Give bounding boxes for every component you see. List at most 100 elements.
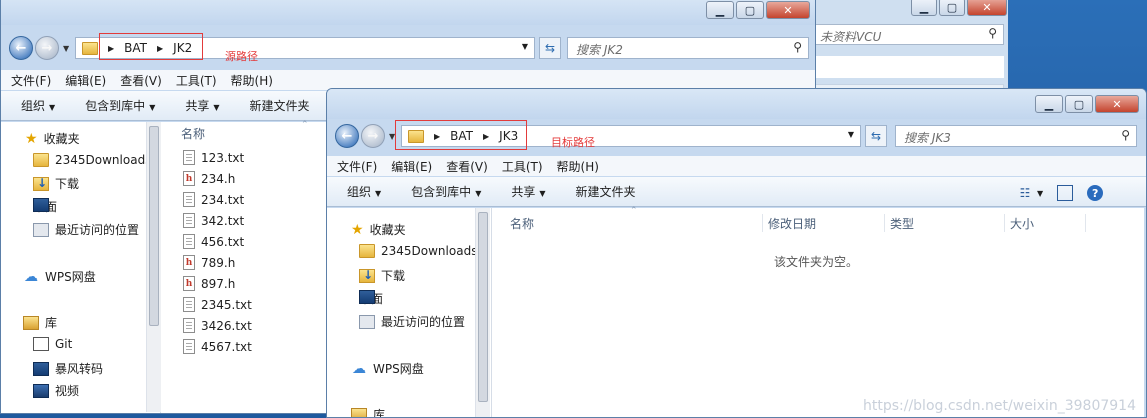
file-list-item[interactable]: 234.txt	[183, 192, 244, 207]
search-input[interactable]: 搜索 JK2 ⚲	[567, 37, 809, 59]
back-button[interactable]: ←	[335, 124, 359, 148]
nav-scrollbar[interactable]	[475, 208, 490, 418]
forward-button[interactable]: →	[361, 124, 385, 148]
recent-pages-dropdown-icon[interactable]: ▼	[63, 44, 69, 53]
file-list-item[interactable]: h897.h	[183, 276, 235, 291]
column-separator[interactable]	[1085, 214, 1086, 232]
file-list-item[interactable]: 342.txt	[183, 213, 244, 228]
menu-view[interactable]: 查看(V)	[120, 72, 162, 89]
nav-baofeng-transcode[interactable]: 暴风转码	[33, 360, 103, 377]
preview-pane-icon[interactable]	[1057, 185, 1073, 201]
maximize-button[interactable]: ▢	[736, 1, 764, 19]
nav-videos[interactable]: 视频	[33, 382, 79, 399]
column-header-type[interactable]: 类型	[890, 212, 914, 234]
chevron-down-icon: ▼	[375, 189, 381, 198]
column-header-name[interactable]: 名称	[181, 122, 205, 144]
menu-edit[interactable]: 编辑(E)	[65, 72, 106, 89]
nav-2345downloads[interactable]: 2345Downloads	[359, 244, 477, 258]
file-list-item[interactable]: 2345.txt	[183, 297, 252, 312]
maximize-button[interactable]: ▢	[939, 0, 965, 16]
nav-downloads[interactable]: 下载	[33, 175, 79, 192]
address-dropdown-icon[interactable]: ▼	[522, 42, 528, 51]
file-list-item[interactable]: 4567.txt	[183, 339, 252, 354]
organize-button[interactable]: 组织▼	[347, 183, 381, 200]
nav-2345downloads[interactable]: 2345Downloads	[33, 153, 151, 167]
title-bar[interactable]: ▁ ▢ ✕	[1, 0, 815, 25]
help-icon[interactable]: ?	[1087, 185, 1103, 201]
refresh-button[interactable]: ⇆	[865, 125, 887, 147]
column-header-size[interactable]: 大小	[1010, 212, 1034, 234]
column-header-date-modified[interactable]: 修改日期	[768, 212, 816, 234]
scrollbar-thumb[interactable]	[478, 212, 488, 402]
column-header-name[interactable]: 名称	[510, 212, 534, 234]
column-separator[interactable]	[1004, 214, 1005, 232]
include-in-library-button[interactable]: 包含到库中▼	[85, 97, 155, 114]
new-folder-button[interactable]: 新建文件夹	[576, 183, 636, 200]
close-button[interactable]: ✕	[766, 1, 810, 19]
search-icon[interactable]: ⚲	[1121, 128, 1130, 142]
nav-libraries[interactable]: 库	[351, 406, 385, 418]
nav-favorites[interactable]: ★收藏夹	[25, 130, 80, 147]
menu-edit[interactable]: 编辑(E)	[391, 158, 432, 175]
share-button[interactable]: 共享▼	[185, 97, 219, 114]
minimize-button[interactable]: ▁	[706, 1, 734, 19]
file-list-item[interactable]: 123.txt	[183, 150, 244, 165]
refresh-button[interactable]: ⇆	[539, 37, 561, 59]
new-folder-button[interactable]: 新建文件夹	[250, 97, 310, 114]
explorer-window-jk3[interactable]: ▁ ▢ ✕ ← → ▼ ▶ BAT ▶ JK3 ▼ ⇆ 搜索 JK3 ⚲ 目标路…	[326, 88, 1147, 418]
change-view-icon[interactable]: ☷	[1017, 185, 1033, 201]
maximize-button[interactable]: ▢	[1065, 95, 1093, 113]
nav-label: WPS网盘	[45, 268, 96, 285]
address-dropdown-icon[interactable]: ▼	[848, 130, 854, 139]
menu-file[interactable]: 文件(F)	[11, 72, 51, 89]
include-in-library-button[interactable]: 包含到库中▼	[411, 183, 481, 200]
background-search-input[interactable]: 未资料VCU ⚲	[809, 24, 1004, 45]
nav-label: 2345Downloads	[55, 153, 151, 167]
background-window-controls[interactable]: ▁ ▢ ✕	[911, 0, 1007, 17]
nav-wps-cloud[interactable]: ☁WPS网盘	[351, 360, 424, 377]
organize-button[interactable]: 组织▼	[21, 97, 55, 114]
minimize-button[interactable]: ▁	[911, 0, 937, 16]
menu-help[interactable]: 帮助(H)	[557, 158, 599, 175]
file-list-item[interactable]: 3426.txt	[183, 318, 252, 333]
back-button[interactable]: ←	[9, 36, 33, 60]
column-header-label: 类型	[890, 215, 914, 232]
search-input[interactable]: 搜索 JK3 ⚲	[895, 125, 1137, 147]
download-folder-icon	[33, 177, 49, 191]
title-bar[interactable]: ▁ ▢ ✕	[327, 89, 1146, 119]
share-button[interactable]: 共享▼	[511, 183, 545, 200]
nav-desktop[interactable]: 桌面	[33, 198, 57, 215]
nav-libraries[interactable]: 库	[23, 314, 57, 331]
minimize-button[interactable]: ▁	[1035, 95, 1063, 113]
nav-label: WPS网盘	[373, 360, 424, 377]
search-icon[interactable]: ⚲	[988, 26, 997, 40]
empty-folder-message: 该文件夹为空。	[774, 253, 858, 270]
column-separator[interactable]	[884, 214, 885, 232]
chevron-down-icon[interactable]: ▼	[1037, 189, 1043, 198]
nav-git[interactable]: Git	[33, 337, 72, 351]
file-name: 234.txt	[201, 193, 244, 207]
search-icon[interactable]: ⚲	[793, 40, 802, 54]
nav-desktop[interactable]: 桌面	[359, 290, 383, 307]
column-separator[interactable]	[762, 214, 763, 232]
menu-tools[interactable]: 工具(T)	[176, 72, 217, 89]
file-list-item[interactable]: 456.txt	[183, 234, 244, 249]
nav-wps-cloud[interactable]: ☁WPS网盘	[23, 268, 96, 285]
menu-tools[interactable]: 工具(T)	[502, 158, 543, 175]
nav-recent-places[interactable]: 最近访问的位置	[33, 221, 139, 238]
nav-scrollbar[interactable]	[146, 122, 161, 412]
file-list-item[interactable]: h234.h	[183, 171, 235, 186]
scrollbar-thumb[interactable]	[149, 126, 159, 326]
menu-help[interactable]: 帮助(H)	[231, 72, 273, 89]
nav-favorites[interactable]: ★收藏夹	[351, 221, 406, 238]
menu-view[interactable]: 查看(V)	[446, 158, 488, 175]
file-list-item[interactable]: h789.h	[183, 255, 235, 270]
close-button[interactable]: ✕	[1095, 95, 1139, 113]
close-button[interactable]: ✕	[967, 0, 1007, 16]
menu-file[interactable]: 文件(F)	[337, 158, 377, 175]
nav-recent-places[interactable]: 最近访问的位置	[359, 313, 465, 330]
forward-button[interactable]: →	[35, 36, 59, 60]
folder-icon	[359, 244, 375, 258]
nav-downloads[interactable]: 下载	[359, 267, 405, 284]
navigation-bar: ← → ▼ ▶ BAT ▶ JK3 ▼ ⇆ 搜索 JK3 ⚲ 目标路径	[327, 121, 1146, 151]
